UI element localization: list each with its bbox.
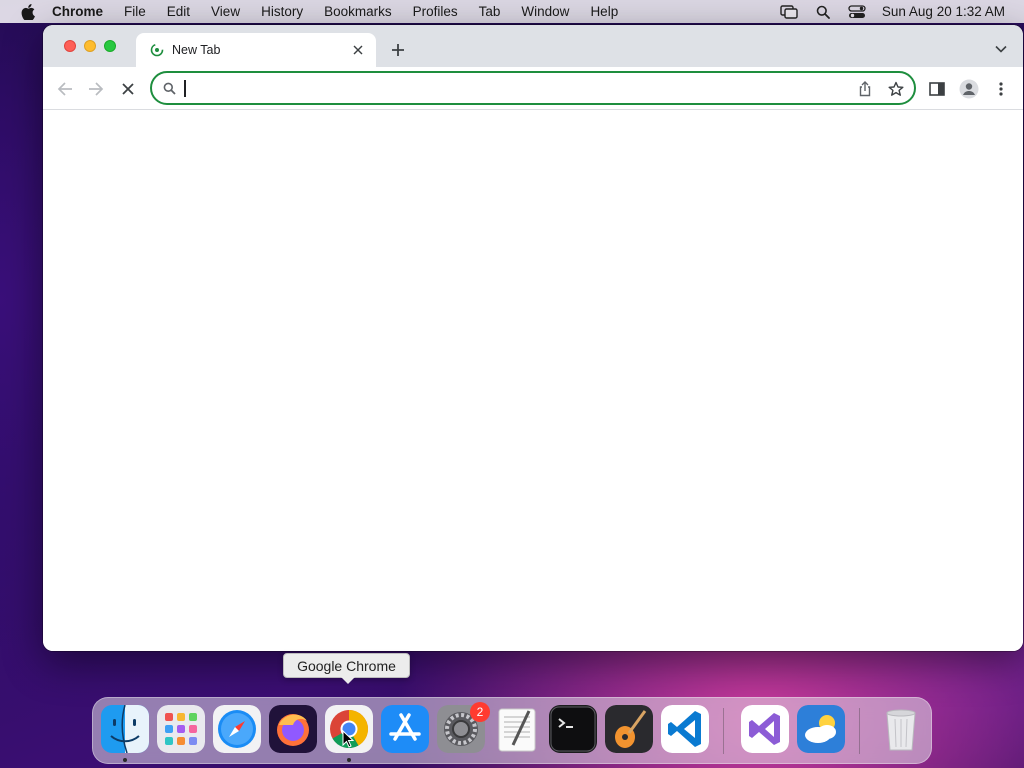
menu-window[interactable]: Window [511,4,580,19]
finder-running-indicator [123,758,127,762]
share-icon[interactable] [856,80,874,98]
forward-arrow-icon[interactable] [84,77,108,101]
mouse-pointer-icon [342,730,354,748]
address-bar[interactable] [150,71,916,105]
browser-toolbar [43,67,1023,110]
spotlight-search-icon[interactable] [814,5,832,19]
control-center-icon[interactable] [848,4,866,19]
chrome-running-indicator [347,758,351,762]
menu-file[interactable]: File [114,4,157,19]
menu-app-name[interactable]: Chrome [52,4,114,19]
menu-bar-clock[interactable]: Sun Aug 20 1:32 AM [882,4,1005,19]
menu-help[interactable]: Help [580,4,629,19]
garageband-icon[interactable] [605,705,653,753]
tab-search-chevron-icon[interactable] [993,41,1009,57]
visual-studio-icon[interactable] [741,705,789,753]
chrome-loading-icon [150,43,164,57]
textedit-icon[interactable] [493,705,541,753]
dock-separator [723,708,724,754]
menu-history[interactable]: History [251,4,314,19]
menu-profiles[interactable]: Profiles [402,4,468,19]
window-maximize-button[interactable] [104,40,116,52]
firefox-icon[interactable] [269,705,317,753]
tab-new-tab[interactable]: New Tab [136,33,376,67]
search-icon [162,81,176,95]
trash-icon[interactable] [877,705,925,753]
menu-tab[interactable]: Tab [468,4,511,19]
back-arrow-icon[interactable] [53,77,77,101]
app-store-icon[interactable] [381,705,429,753]
window-minimize-button[interactable] [84,40,96,52]
dock-tooltip: Google Chrome [283,653,410,684]
tab-close-icon[interactable] [350,42,366,58]
menu-bar: Chrome File Edit View History Bookmarks … [0,0,1024,23]
address-input[interactable] [184,78,824,98]
menu-view[interactable]: View [201,4,251,19]
launchpad-icon[interactable] [157,705,205,753]
menu-bookmarks[interactable]: Bookmarks [314,4,403,19]
bookmark-star-icon[interactable] [887,80,905,98]
new-tab-plus-icon[interactable] [387,39,409,61]
finder-icon[interactable] [101,705,149,753]
weather-icon[interactable] [797,705,845,753]
notification-badge: 2 [470,702,490,722]
terminal-icon[interactable] [549,705,597,753]
page-content[interactable] [43,111,1023,651]
dock-separator-trash [859,708,860,754]
stop-loading-icon[interactable] [116,77,140,101]
apple-menu-icon[interactable] [18,3,38,20]
profile-avatar-icon[interactable] [957,77,981,101]
tab-strip: New Tab [43,25,1023,67]
vscode-icon[interactable] [661,705,709,753]
dock: 2 [92,697,932,764]
window-close-button[interactable] [64,40,76,52]
menu-edit[interactable]: Edit [156,4,200,19]
tab-title: New Tab [172,43,221,57]
more-menu-icon[interactable] [989,77,1013,101]
browser-window: New Tab [43,25,1023,651]
screen-mirroring-icon[interactable] [780,4,798,19]
safari-icon[interactable] [213,705,261,753]
side-panel-icon[interactable] [925,77,949,101]
text-caret [184,80,186,97]
